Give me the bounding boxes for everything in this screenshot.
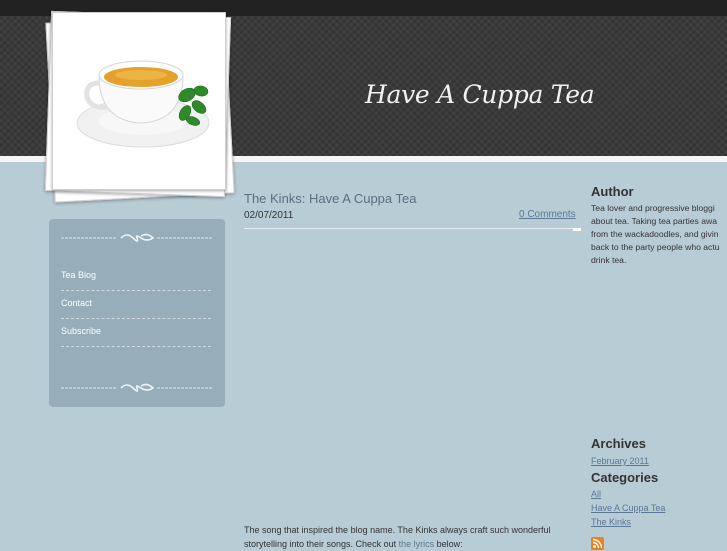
post-body-text: The song that inspired the blog name. Th… — [244, 525, 551, 549]
categories-heading: Categories — [591, 470, 659, 485]
lyrics-link[interactable]: the lyrics — [399, 539, 435, 549]
category-link-the-kinks[interactable]: The Kinks — [591, 517, 631, 527]
teacup-photo — [76, 60, 210, 148]
archive-link-february-2011[interactable]: February 2011 — [591, 456, 649, 466]
rss-feed-icon[interactable] — [591, 537, 604, 550]
author-bio-line: about tea. Taking tea parties awa — [591, 216, 717, 226]
author-bio-line: back to the party people who actu — [591, 242, 720, 252]
archives-heading: Archives — [591, 436, 646, 451]
ornament-divider-icon — [61, 383, 213, 392]
nav-item-tea-blog[interactable]: Tea Blog — [61, 263, 211, 291]
header-photo-stack — [44, 10, 235, 203]
category-link-all[interactable]: All — [591, 489, 601, 499]
site-title[interactable]: Have A Cuppa Tea — [365, 80, 595, 109]
nav-list: Tea Blog Contact Subscribe — [61, 263, 211, 347]
photo-frame-front — [52, 12, 226, 190]
post-body-text-end: below: — [434, 539, 463, 549]
nav-item-subscribe[interactable]: Subscribe — [61, 319, 211, 347]
post-title[interactable]: The Kinks: Have A Cuppa Tea — [244, 191, 416, 206]
nav-item-contact[interactable]: Contact — [61, 291, 211, 319]
author-bio-line: drink tea. — [591, 255, 627, 265]
author-bio-line: Tea lover and progressive bloggi — [591, 203, 715, 213]
category-link-have-a-cuppa-tea[interactable]: Have A Cuppa Tea — [591, 503, 665, 513]
author-bio: Tea lover and progressive bloggi about t… — [591, 202, 727, 267]
post-date: 02/07/2011 — [244, 210, 294, 221]
author-bio-line: from the wackadoodles, and givin — [591, 229, 719, 239]
comments-link[interactable]: 0 Comments — [519, 209, 576, 220]
ornament-divider-icon — [61, 233, 213, 242]
post-divider — [244, 228, 581, 229]
sidebar-navigation: Tea Blog Contact Subscribe — [49, 219, 225, 407]
author-heading: Author — [591, 184, 634, 199]
post-body: The song that inspired the blog name. Th… — [244, 523, 581, 551]
post-divider-tab — [573, 228, 581, 231]
